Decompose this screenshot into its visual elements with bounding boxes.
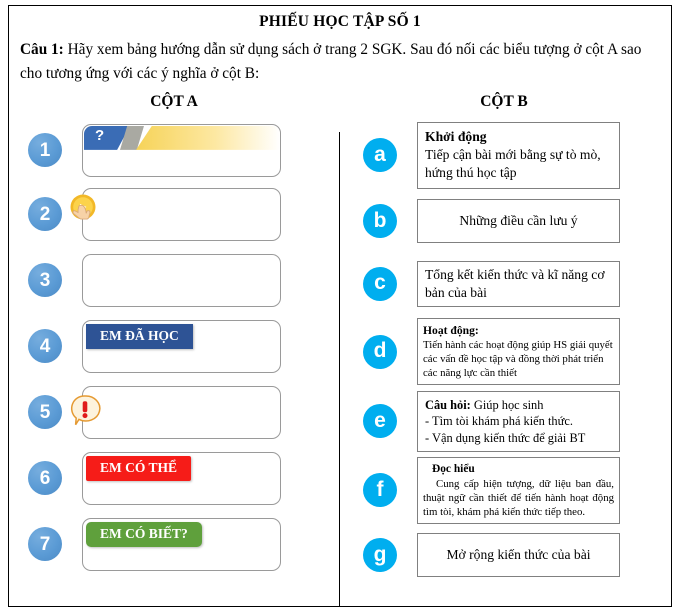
list-item[interactable]: g Mở rộng kiến thức của bài xyxy=(341,525,671,585)
letter-badge-g: g xyxy=(363,538,397,573)
number-badge-2: 2 xyxy=(28,197,62,232)
column-headings: CỘT A CỘT B xyxy=(9,93,671,119)
card-3[interactable] xyxy=(82,253,281,307)
meaning-box-g[interactable]: Mở rộng kiến thức của bài xyxy=(417,533,620,578)
meaning-box-c-text: Tổng kết kiến thức và kĩ năng cơ bản của… xyxy=(425,266,605,300)
meaning-box-g-text: Mở rộng kiến thức của bài xyxy=(446,547,591,563)
list-item[interactable]: b Những điều cần lưu ý xyxy=(341,191,671,251)
ribbon-green: EM CÓ BIẾT? xyxy=(86,521,213,547)
card-2[interactable] xyxy=(70,187,281,241)
question-label: Câu 1: xyxy=(20,41,64,58)
question-tab-icon: ? xyxy=(84,125,280,150)
meaning-box-a-text: Tiếp cận bài mới bằng sự tò mò, hứng thú… xyxy=(425,147,601,181)
meaning-box-e-line-2: - Vận dụng kiến thức để giải BT xyxy=(425,430,586,445)
meaning-box-a[interactable]: Khởi động Tiếp cận bài mới bằng sự tò mò… xyxy=(417,122,620,189)
meaning-box-f[interactable]: Đọc hiểu Cung cấp hiện tượng, dữ liệu ba… xyxy=(417,456,620,524)
question-prompt: Câu 1: Hãy xem bảng hướng dẫn sử dụng sá… xyxy=(20,38,660,85)
list-item[interactable]: f Đọc hiểu Cung cấp hiện tượng, dữ liệu … xyxy=(341,455,671,525)
card-7[interactable]: EM CÓ BIẾT? xyxy=(82,517,281,571)
meaning-box-b[interactable]: Những điều cần lưu ý xyxy=(417,199,620,244)
hand-pointer-coin-icon xyxy=(70,194,96,220)
list-item[interactable]: 3 xyxy=(9,247,339,313)
column-a: 1 ? 2 3 4 EM ĐÃ HỌC 5 6 EM CÓ THỂ 7 EM C… xyxy=(9,119,339,577)
meaning-box-e-line-0: Câu hỏi: Giúp học sinh xyxy=(425,397,612,414)
column-a-heading: CỘT A xyxy=(150,93,198,111)
list-item[interactable]: a Khởi động Tiếp cận bài mới bằng sự tò … xyxy=(341,119,671,191)
letter-badge-d: d xyxy=(363,334,397,369)
page-title: PHIẾU HỌC TẬP SỐ 1 xyxy=(259,13,421,30)
number-badge-6: 6 xyxy=(28,461,62,496)
letter-badge-b: b xyxy=(363,204,397,239)
meaning-box-b-text: Những điều cần lưu ý xyxy=(459,213,578,229)
question-text: Hãy xem bảng hướng dẫn sử dụng sách ở tr… xyxy=(20,41,642,82)
meaning-box-d[interactable]: Hoạt động: Tiến hành các hoạt động giúp … xyxy=(417,318,620,386)
meaning-box-d-text: Tiến hành các hoạt động giúp HS giải quy… xyxy=(423,339,613,380)
ribbon-red-label: EM CÓ THỂ xyxy=(86,455,192,481)
meaning-box-f-title: Đọc hiểu xyxy=(432,462,475,475)
meaning-box-c[interactable]: Tổng kết kiến thức và kĩ năng cơ bản của… xyxy=(417,260,620,307)
list-item[interactable]: 6 EM CÓ THỂ xyxy=(9,445,339,511)
letter-badge-c: c xyxy=(363,266,397,301)
ribbon-blue: EM ĐÃ HỌC xyxy=(86,323,204,349)
number-badge-3: 3 xyxy=(28,263,62,298)
yellow-banner-shape xyxy=(136,125,280,150)
number-badge-4: 4 xyxy=(28,329,62,364)
meaning-box-e-title: Câu hỏi: xyxy=(425,397,471,412)
card-4[interactable]: EM ĐÃ HỌC xyxy=(82,319,281,373)
list-item[interactable]: 5 xyxy=(9,379,339,445)
meaning-box-d-title: Hoạt động: xyxy=(423,324,479,338)
meaning-box-e[interactable]: Câu hỏi: Giúp học sinh - Tìm tòi khám ph… xyxy=(417,390,620,453)
column-b-heading: CỘT B xyxy=(480,93,528,111)
list-item[interactable]: 1 ? xyxy=(9,119,339,181)
list-item[interactable]: d Hoạt động: Tiến hành các hoạt động giú… xyxy=(341,316,671,387)
meaning-box-a-title: Khởi động xyxy=(425,129,487,145)
letter-badge-a: a xyxy=(363,138,397,173)
worksheet-sheet: PHIẾU HỌC TẬP SỐ 1 Câu 1: Hãy xem bảng h… xyxy=(8,5,672,607)
columns-container: 1 ? 2 3 4 EM ĐÃ HỌC 5 6 EM CÓ THỂ 7 EM C… xyxy=(9,119,671,589)
ribbon-blue-label: EM ĐÃ HỌC xyxy=(86,323,193,349)
letter-badge-f: f xyxy=(363,473,397,508)
card-1[interactable]: ? xyxy=(82,123,281,177)
ribbon-green-label: EM CÓ BIẾT? xyxy=(86,521,202,547)
list-item[interactable]: 2 xyxy=(9,181,339,247)
letter-badge-e: e xyxy=(363,404,397,439)
exclamation-bubble-icon xyxy=(70,395,101,426)
card-6[interactable]: EM CÓ THỂ xyxy=(82,451,281,505)
column-b: a Khởi động Tiếp cận bài mới bằng sự tò … xyxy=(341,119,671,585)
number-badge-7: 7 xyxy=(28,527,62,562)
list-item[interactable]: e Câu hỏi: Giúp học sinh - Tìm tòi khám … xyxy=(341,387,671,455)
question-mark-label: ? xyxy=(95,126,105,144)
meaning-box-f-text: Cung cấp hiện tượng, dữ liệu ban đầu, th… xyxy=(423,477,614,518)
card-5[interactable] xyxy=(70,385,281,439)
ribbon-red: EM CÓ THỂ xyxy=(86,455,203,481)
list-item[interactable]: c Tổng kết kiến thức và kĩ năng cơ bản c… xyxy=(341,251,671,316)
list-item[interactable]: 4 EM ĐÃ HỌC xyxy=(9,313,339,379)
meaning-box-e-subtitle: Giúp học sinh xyxy=(470,397,544,412)
number-badge-5: 5 xyxy=(28,395,62,430)
list-item[interactable]: 7 EM CÓ BIẾT? xyxy=(9,511,339,577)
number-badge-1: 1 xyxy=(28,133,62,168)
meaning-box-e-line-1: - Tìm tòi khám phá kiến thức. xyxy=(425,414,573,429)
